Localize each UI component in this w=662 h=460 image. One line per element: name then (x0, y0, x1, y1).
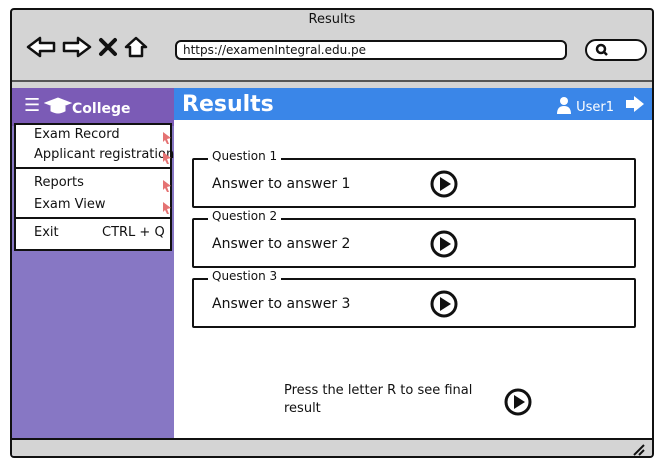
window-title: Results (308, 12, 356, 27)
search-icon (595, 42, 609, 61)
nav-controls (26, 34, 148, 60)
sidebar-header: ☰ College (12, 88, 174, 126)
play-icon[interactable] (430, 170, 458, 202)
forward-arrow-icon[interactable] (62, 36, 92, 58)
play-icon[interactable] (430, 290, 458, 322)
results-content: Question 1 Answer to answer 1 Question 2… (174, 120, 652, 440)
browser-search-box[interactable] (585, 39, 647, 61)
menu-separator (16, 167, 170, 169)
question-legend: Question 2 (208, 209, 282, 223)
menu-item-exit-shortcut: CTRL + Q (102, 225, 165, 240)
user-menu[interactable]: User1 (556, 96, 614, 118)
final-result-instruction: Press the letter R to see final result (284, 383, 473, 416)
menu-item-exit[interactable]: Exit (34, 225, 59, 240)
back-arrow-icon[interactable] (26, 36, 56, 58)
user-icon (556, 96, 572, 118)
close-icon[interactable] (98, 36, 118, 58)
resize-handle-icon[interactable] (632, 442, 646, 456)
brand-name: College (72, 101, 131, 117)
question-legend: Question 3 (208, 269, 282, 283)
menu-item-exam-record[interactable]: Exam Record (34, 127, 120, 142)
answer-text: Answer to answer 1 (212, 176, 351, 192)
toolbar-divider (12, 80, 652, 82)
answer-text: Answer to answer 3 (212, 296, 351, 312)
menu-item-applicant-registration[interactable]: Applicant registration (34, 147, 174, 162)
hamburger-menu-icon[interactable]: ☰ (24, 97, 40, 115)
menu-item-exam-view[interactable]: Exam View (34, 197, 106, 212)
play-icon[interactable] (430, 230, 458, 262)
user-name: User1 (576, 99, 614, 115)
app-header: Results User1 (174, 88, 652, 120)
menu-item-reports[interactable]: Reports (34, 175, 84, 190)
question-legend: Question 1 (208, 149, 282, 163)
graduation-cap-icon (43, 96, 73, 120)
question-card: Question 2 Answer to answer 2 (192, 209, 636, 268)
logout-icon[interactable] (624, 94, 646, 118)
url-input[interactable]: https://examenIntegral.edu.pe (175, 40, 567, 60)
question-card: Question 1 Answer to answer 1 (192, 149, 636, 208)
home-icon[interactable] (124, 36, 148, 58)
status-bar (12, 438, 652, 456)
play-icon[interactable] (504, 388, 532, 420)
question-card: Question 3 Answer to answer 3 (192, 269, 636, 328)
answer-text: Answer to answer 2 (212, 236, 351, 252)
menu-separator (16, 217, 170, 219)
browser-window: Results https://examenIntegral.edu.pe ☰ … (10, 8, 654, 458)
page-title: Results (182, 92, 274, 117)
sidebar-menu: Exam Record Applicant registration Repor… (14, 123, 174, 251)
